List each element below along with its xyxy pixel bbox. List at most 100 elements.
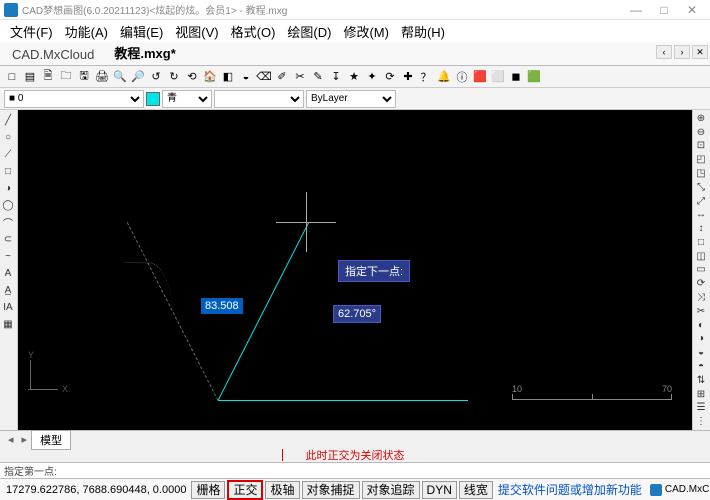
modify-tool-9[interactable]: □	[693, 236, 709, 249]
toolbar-button-14[interactable]: ⌫	[256, 69, 272, 85]
draw-tool-10[interactable]: A̲	[0, 282, 16, 298]
modify-tool-1[interactable]: ⊖	[693, 126, 709, 139]
status-toggle-正交[interactable]: 正交	[227, 480, 263, 500]
toolbar-button-21[interactable]: ⟳	[382, 69, 398, 85]
status-toggle-DYN[interactable]: DYN	[422, 481, 457, 499]
toolbar-button-4[interactable]: 🖫	[76, 69, 92, 85]
toolbar-button-17[interactable]: ✎	[310, 69, 326, 85]
toolbar-button-26[interactable]: 🟥	[472, 69, 488, 85]
toolbar-button-1[interactable]: ▤	[22, 69, 38, 85]
toolbar-button-25[interactable]: ⓘ	[454, 69, 470, 85]
modify-tool-11[interactable]: ▭	[693, 264, 709, 277]
modify-tool-20[interactable]: ⊞	[693, 388, 709, 401]
tab-document[interactable]: 教程.mxg*	[104, 40, 185, 65]
modify-tool-7[interactable]: ↔	[693, 208, 709, 221]
status-toggle-栅格[interactable]: 栅格	[191, 481, 225, 499]
toolbar-button-20[interactable]: ✦	[364, 69, 380, 85]
maximize-button[interactable]: □	[650, 0, 678, 19]
layout-prev[interactable]: ◂	[4, 433, 18, 446]
modify-tool-3[interactable]: ◰	[693, 153, 709, 166]
status-toggle-对象捕捉[interactable]: 对象捕捉	[302, 481, 360, 499]
toolbar-button-6[interactable]: 🔍	[112, 69, 128, 85]
toolbar-button-24[interactable]: 🔔	[436, 69, 452, 85]
modify-tool-21[interactable]: ☰	[693, 401, 709, 414]
draw-tool-5[interactable]: ◯	[0, 197, 16, 213]
toolbar-button-9[interactable]: ↻	[166, 69, 182, 85]
modify-tool-18[interactable]: ◓	[693, 360, 709, 373]
modify-tool-10[interactable]: ◫	[693, 250, 709, 263]
draw-tool-11[interactable]: IA	[0, 299, 16, 315]
toolbar-button-27[interactable]: ⬜	[490, 69, 506, 85]
draw-tool-1[interactable]: ○	[0, 129, 16, 145]
toolbar-button-19[interactable]: ★	[346, 69, 362, 85]
toolbar-button-11[interactable]: 🏠	[202, 69, 218, 85]
toolbar-button-8[interactable]: ↺	[148, 69, 164, 85]
toolbar-button-28[interactable]: ◼	[508, 69, 524, 85]
draw-tool-7[interactable]: ⊂	[0, 231, 16, 247]
toolbar-button-10[interactable]: ⟲	[184, 69, 200, 85]
tab-next-button[interactable]: ›	[674, 45, 690, 59]
modify-tool-22[interactable]: ⋮	[693, 415, 709, 428]
toolbar-button-18[interactable]: ↧	[328, 69, 344, 85]
feedback-link[interactable]: 提交软件问题或增加新功能	[494, 481, 646, 498]
draw-tool-3[interactable]: □	[0, 163, 16, 179]
modify-tool-2[interactable]: ⊡	[693, 140, 709, 153]
model-tab[interactable]: 模型	[31, 430, 71, 450]
toolbar-button-5[interactable]: 🖨	[94, 69, 110, 85]
draw-tool-0[interactable]: ╱	[0, 112, 16, 128]
draw-tool-8[interactable]: ~	[0, 248, 16, 264]
draw-tool-9[interactable]: A	[0, 265, 16, 281]
toolbar-button-3[interactable]: 🗀	[58, 69, 74, 85]
menu-edit[interactable]: 编辑(E)	[114, 22, 169, 41]
menu-draw[interactable]: 绘图(D)	[281, 22, 337, 41]
tab-close-button[interactable]: ✕	[692, 45, 708, 59]
modify-tool-8[interactable]: ↕	[693, 222, 709, 235]
menu-modify[interactable]: 修改(M)	[337, 22, 395, 41]
command-line[interactable]: 指定第一点:	[0, 462, 710, 478]
modify-tool-13[interactable]: ⤨	[693, 291, 709, 304]
minimize-button[interactable]: —	[622, 0, 650, 19]
tab-prev-button[interactable]: ‹	[656, 45, 672, 59]
modify-tool-4[interactable]: ◳	[693, 167, 709, 180]
modify-tool-6[interactable]: ⤢	[693, 195, 709, 208]
menu-function[interactable]: 功能(A)	[59, 22, 114, 41]
modify-tool-5[interactable]: ⤡	[693, 181, 709, 194]
toolbar-button-15[interactable]: ✐	[274, 69, 290, 85]
length-input[interactable]: 83.508	[201, 298, 243, 314]
toolbar-button-23[interactable]: ？	[418, 69, 434, 85]
linetype-select[interactable]	[214, 90, 304, 108]
status-toggle-线宽[interactable]: 线宽	[459, 481, 493, 499]
draw-tool-6[interactable]: ⌒	[0, 214, 16, 230]
toolbar-button-16[interactable]: ✂	[292, 69, 308, 85]
toolbar-button-2[interactable]: 🗎	[40, 69, 56, 85]
menu-view[interactable]: 视图(V)	[169, 22, 224, 41]
layout-next[interactable]: ▸	[18, 433, 32, 446]
modify-tool-16[interactable]: ◑	[693, 333, 709, 346]
close-button[interactable]: ✕	[678, 0, 706, 19]
modify-tool-15[interactable]: ◐	[693, 319, 709, 332]
status-toggle-极轴[interactable]: 极轴	[265, 481, 299, 499]
menu-file[interactable]: 文件(F)	[4, 22, 59, 41]
menu-format[interactable]: 格式(O)	[225, 22, 282, 41]
modify-tool-19[interactable]: ⇅	[693, 374, 709, 387]
lineweight-select[interactable]: ByLayer	[306, 90, 396, 108]
modify-tool-12[interactable]: ⟳	[693, 277, 709, 290]
menu-help[interactable]: 帮助(H)	[395, 22, 451, 41]
draw-tool-12[interactable]: ▦	[0, 316, 16, 332]
toolbar-button-12[interactable]: ◧	[220, 69, 236, 85]
toolbar-button-29[interactable]: 🟩	[526, 69, 542, 85]
draw-tool-4[interactable]: ◑	[0, 180, 16, 196]
modify-tool-17[interactable]: ◒	[693, 346, 709, 359]
tab-cloud[interactable]: CAD.MxCloud	[2, 44, 104, 65]
color-swatch[interactable]	[146, 92, 160, 106]
draw-tool-2[interactable]: ⟋	[0, 146, 16, 162]
modify-tool-14[interactable]: ✂	[693, 305, 709, 318]
modify-tool-0[interactable]: ⊕	[693, 112, 709, 125]
status-toggle-对象追踪[interactable]: 对象追踪	[362, 481, 420, 499]
toolbar-button-7[interactable]: 🔎	[130, 69, 146, 85]
toolbar-button-13[interactable]: ◒	[238, 69, 254, 85]
color-select[interactable]: 青	[162, 90, 212, 108]
toolbar-button-22[interactable]: ✚	[400, 69, 416, 85]
layer-select[interactable]: ■ 0	[4, 90, 144, 108]
drawing-canvas[interactable]: 指定下一点: 83.508 62.705° Y X 1070	[18, 110, 692, 430]
